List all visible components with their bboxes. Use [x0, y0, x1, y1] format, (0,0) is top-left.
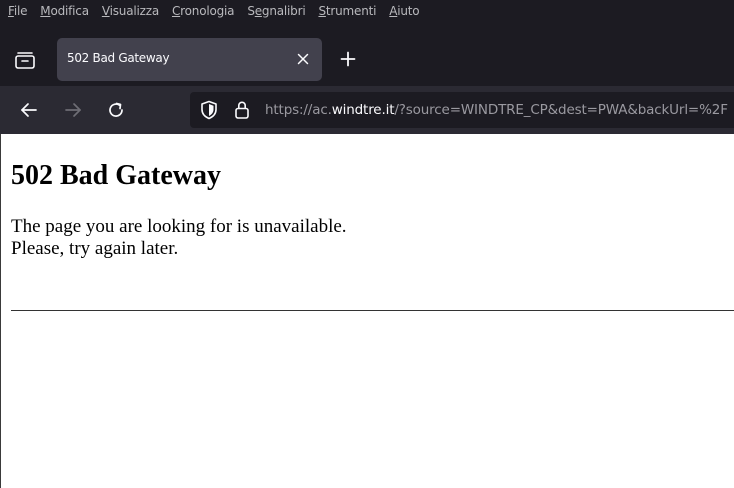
- tracking-protection-button[interactable]: [199, 100, 219, 120]
- error-line-2: Please, try again later.: [11, 238, 179, 259]
- menu-file-label: ile: [13, 4, 28, 18]
- browser-chrome: File Modifica Visualizza Cronologia Segn…: [0, 0, 734, 134]
- error-message: The page you are looking for is unavaila…: [11, 216, 347, 260]
- reload-icon: [109, 102, 123, 117]
- close-tab-button[interactable]: [294, 50, 312, 68]
- menu-segnalibri-prefix: S: [247, 4, 255, 18]
- menu-segnalibri[interactable]: Segnalibri: [247, 4, 305, 18]
- url-host: windtre.it: [331, 102, 395, 118]
- menu-modifica-label: odifica: [50, 4, 89, 18]
- menu-visualizza-mnemonic: V: [101, 4, 110, 18]
- url-text[interactable]: https://ac.windtre.it/?source=WINDTRE_CP…: [265, 102, 728, 118]
- menu-segnalibri-label: gnalibri: [261, 4, 306, 18]
- url-path: /?source=WINDTRE_CP&dest=PWA&backUrl=%2F: [394, 102, 728, 118]
- new-tab-button[interactable]: [336, 47, 360, 71]
- tab-bar: 502 Bad Gateway: [0, 34, 734, 86]
- menu-cronologia[interactable]: Cronologia: [171, 4, 235, 18]
- close-icon: [297, 53, 309, 65]
- menu-strumenti-label: trumenti: [325, 4, 377, 18]
- page-content: 502 Bad Gateway The page you are looking…: [0, 134, 734, 488]
- menu-strumenti-mnemonic: S: [318, 4, 326, 18]
- list-all-tabs-icon: [15, 52, 35, 69]
- divider: [11, 310, 734, 311]
- menu-aiuto[interactable]: Aiuto: [389, 4, 419, 18]
- menu-cronologia-mnemonic: C: [171, 4, 181, 18]
- plus-icon: [340, 51, 356, 67]
- menu-visualizza-label: isualizza: [109, 4, 160, 18]
- menu-modifica[interactable]: Modifica: [40, 4, 89, 18]
- forward-button[interactable]: [61, 98, 85, 122]
- site-security-button[interactable]: [232, 100, 252, 120]
- menu-aiuto-label: iuto: [397, 4, 420, 18]
- page-heading: 502 Bad Gateway: [11, 160, 221, 191]
- back-button[interactable]: [17, 98, 41, 122]
- lock-icon: [235, 101, 249, 119]
- url-bar[interactable]: https://ac.windtre.it/?source=WINDTRE_CP…: [190, 92, 734, 128]
- error-line-1: The page you are looking for is unavaila…: [11, 216, 347, 237]
- reload-button[interactable]: [104, 98, 128, 122]
- menu-bar: File Modifica Visualizza Cronologia Segn…: [0, 0, 734, 22]
- menu-segnalibri-mnemonic: e: [254, 4, 262, 18]
- tab-active[interactable]: 502 Bad Gateway: [57, 38, 322, 81]
- back-arrow-icon: [21, 103, 37, 117]
- forward-arrow-icon: [65, 103, 81, 117]
- shield-icon: [201, 100, 217, 120]
- tab-title: 502 Bad Gateway: [67, 51, 170, 65]
- menu-strumenti[interactable]: Strumenti: [318, 4, 376, 18]
- menu-file[interactable]: File: [8, 4, 28, 18]
- url-prefix: https://ac.: [265, 102, 332, 118]
- menu-visualizza[interactable]: Visualizza: [102, 4, 159, 18]
- navigation-toolbar: https://ac.windtre.it/?source=WINDTRE_CP…: [0, 86, 734, 134]
- list-all-tabs-button[interactable]: [8, 44, 42, 76]
- menu-modifica-mnemonic: M: [40, 4, 51, 18]
- menu-cronologia-label: ronologia: [180, 4, 235, 18]
